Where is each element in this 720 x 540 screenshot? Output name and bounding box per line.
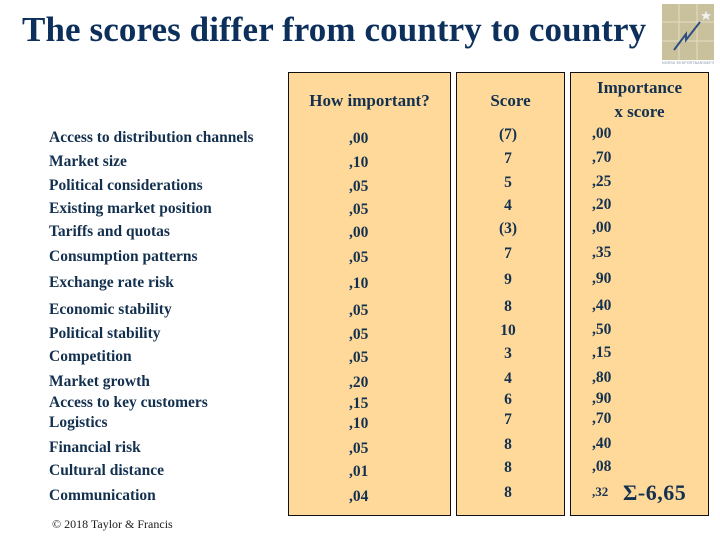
- score-value: 4: [504, 197, 512, 214]
- header-importance-x-score-line2: x score: [614, 102, 665, 121]
- factor-label: Market growth: [49, 373, 150, 390]
- factor-label: Tariffs and quotas: [49, 223, 170, 240]
- importance-value: ,01: [349, 463, 369, 480]
- factor-label: Political considerations: [49, 177, 203, 194]
- product-value: ,80: [592, 369, 612, 386]
- product-value: ,90: [592, 270, 612, 287]
- factor-label: Market size: [49, 153, 127, 170]
- importance-value: ,05: [349, 349, 369, 366]
- importance-column-box: [288, 72, 451, 516]
- total-sum: Σ-6,65: [623, 480, 687, 505]
- factor-label: Financial risk: [49, 439, 141, 456]
- importance-value: ,05: [349, 178, 369, 195]
- importance-value: ,05: [349, 326, 369, 343]
- factor-label: Logistics: [49, 414, 108, 431]
- importance-value: ,00: [349, 130, 369, 147]
- product-value: ,20: [592, 196, 612, 213]
- score-value: 3: [504, 345, 512, 362]
- factor-label: Access to distribution channels: [49, 129, 254, 146]
- score-value: (3): [498, 220, 518, 237]
- product-value: ,70: [592, 410, 612, 427]
- product-value: ,32: [592, 484, 609, 499]
- score-value: 10: [500, 322, 516, 339]
- export-barometer-logo: [662, 4, 714, 60]
- score-value: 9: [504, 271, 512, 288]
- product-value: ,50: [592, 321, 612, 338]
- product-value: ,90: [592, 390, 612, 407]
- header-importance-x-score-line1: Importance: [597, 78, 682, 97]
- importance-value: ,20: [349, 374, 369, 391]
- logo-caption: NORSK EKSPORTBAROMETER: [662, 61, 714, 65]
- score-value: 7: [504, 150, 512, 167]
- product-value: ,70: [592, 149, 612, 166]
- factor-label: Communication: [49, 487, 156, 504]
- score-value: 7: [504, 245, 512, 262]
- product-value: ,40: [592, 297, 612, 314]
- score-value: 6: [504, 391, 512, 408]
- score-value: 8: [504, 459, 512, 476]
- importance-value: ,10: [349, 275, 369, 292]
- score-value: 5: [504, 174, 512, 191]
- factor-label: Political stability: [49, 325, 161, 342]
- score-value: 4: [504, 370, 512, 387]
- factor-label: Economic stability: [49, 301, 172, 318]
- factor-label: Existing market position: [49, 200, 212, 217]
- importance-value: ,10: [349, 154, 369, 171]
- importance-value: ,05: [349, 249, 369, 266]
- importance-value: ,05: [349, 302, 369, 319]
- factor-label: Access to key customers: [49, 394, 208, 411]
- importance-value: ,04: [349, 488, 369, 505]
- product-value: ,40: [592, 435, 612, 452]
- factor-label: Consumption patterns: [49, 248, 198, 265]
- copyright: © 2018 Taylor & Francis: [52, 517, 173, 531]
- slide-title: The scores differ from country to countr…: [22, 10, 647, 49]
- importance-value: ,05: [349, 440, 369, 457]
- header-score: Score: [490, 91, 531, 110]
- product-value: ,25: [592, 173, 612, 190]
- product-column-box: [570, 72, 709, 516]
- product-value: ,00: [592, 125, 612, 142]
- factor-label: Exchange rate risk: [49, 274, 174, 291]
- factor-label: Competition: [49, 348, 132, 365]
- factor-label: Cultural distance: [49, 462, 164, 479]
- score-value: 8: [504, 484, 512, 501]
- score-value: 7: [504, 411, 512, 428]
- product-value: ,00: [592, 219, 612, 236]
- importance-value: ,00: [349, 224, 369, 241]
- product-value: ,08: [592, 458, 612, 475]
- product-value: ,35: [592, 244, 612, 261]
- score-value: 8: [504, 436, 512, 453]
- importance-value: ,10: [349, 415, 369, 432]
- score-value: 8: [504, 298, 512, 315]
- importance-value: ,05: [349, 201, 369, 218]
- score-value: (7): [498, 126, 518, 143]
- importance-value: ,15: [349, 395, 369, 412]
- header-how-important: How important?: [309, 91, 430, 110]
- product-value: ,15: [592, 344, 612, 361]
